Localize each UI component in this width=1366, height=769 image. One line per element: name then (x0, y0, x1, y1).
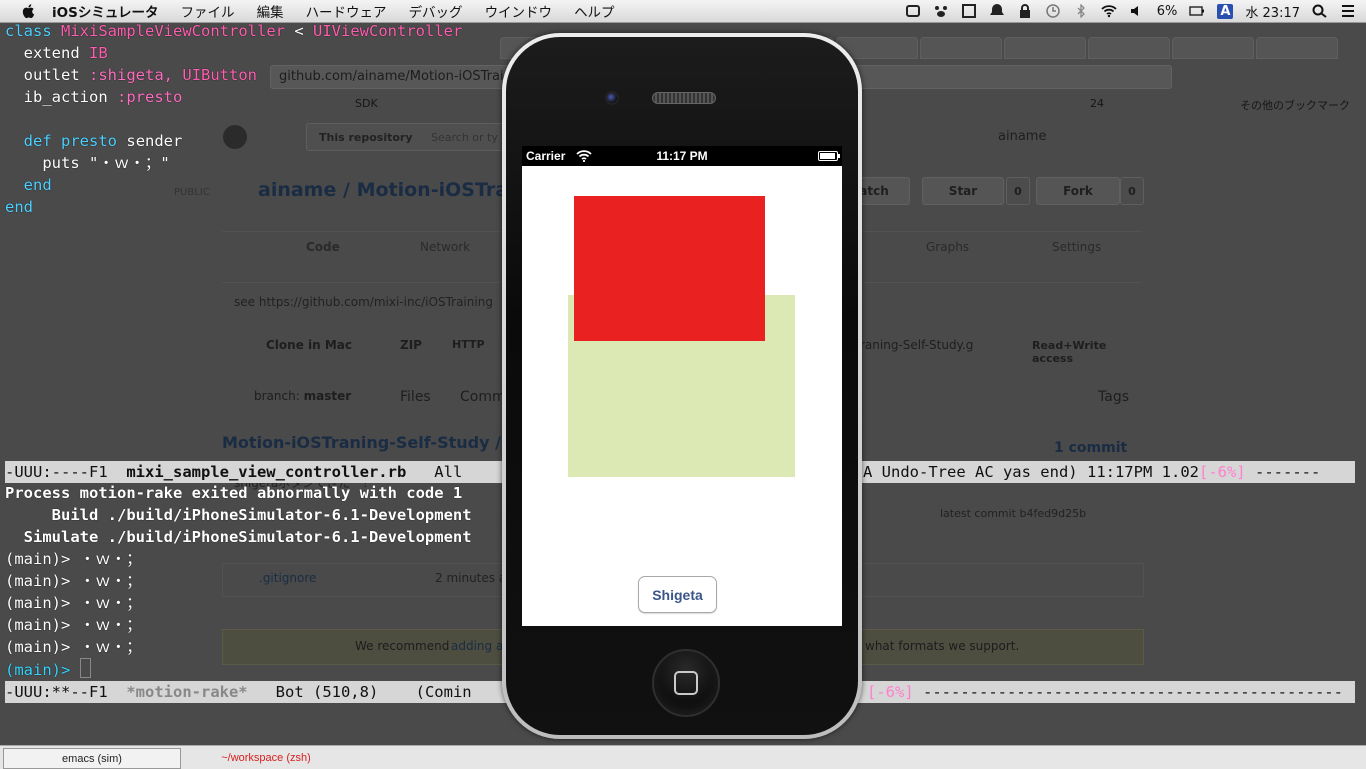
repo-visibility: PUBLIC (174, 187, 210, 198)
star-label: Star (948, 184, 978, 198)
clone-url-field[interactable]: raning-Self-Study.g (860, 338, 973, 352)
fork-count[interactable]: 0 (1120, 177, 1144, 205)
repo-owner[interactable]: ainame (258, 179, 336, 201)
browser-tab[interactable] (920, 37, 1002, 59)
tab-network[interactable]: Network (420, 240, 470, 254)
status-time: 11:17 PM (656, 149, 708, 163)
task-label: emacs (sim) (62, 752, 122, 765)
task-label: ~/workspace (zsh) (221, 751, 311, 764)
menu-help[interactable]: ヘルプ (574, 1, 615, 21)
tab-code[interactable]: Code (306, 240, 340, 254)
shigeta-button[interactable]: Shigeta (638, 576, 717, 613)
browser-tab[interactable] (1172, 37, 1254, 59)
bookmark-sdk[interactable]: SDK (355, 97, 378, 110)
repo-sep: / (343, 179, 350, 201)
watch-label: atch (859, 184, 889, 198)
branch-value: master (303, 389, 352, 403)
tab-graphs[interactable]: Graphs (926, 240, 969, 254)
bluetooth-icon[interactable] (1073, 4, 1089, 18)
fork-count-value: 0 (1128, 184, 1136, 198)
menu-window[interactable]: ウインドウ (485, 1, 553, 21)
battery-percent[interactable]: 6% (1157, 4, 1178, 19)
menu-edit[interactable]: 編集 (257, 1, 284, 21)
browser-tab[interactable] (1088, 37, 1170, 59)
front-camera-icon (605, 91, 619, 105)
wifi-icon[interactable] (1101, 4, 1117, 18)
fork-button[interactable]: Fork (1036, 177, 1120, 205)
volume-icon[interactable] (1129, 4, 1145, 18)
branch-selector[interactable]: branch: master (254, 389, 351, 403)
shigeta-button-label: Shigeta (652, 586, 703, 603)
apple-menu-icon[interactable] (20, 2, 38, 20)
star-count-value: 0 (1014, 184, 1022, 198)
terminal-taskbar: emacs (sim) ~/workspace (zsh) (0, 745, 1366, 769)
window-icon[interactable] (961, 4, 977, 18)
github-logo-icon[interactable] (222, 124, 248, 150)
earpiece-speaker (652, 92, 716, 104)
task-zsh[interactable]: ~/workspace (zsh) (181, 748, 351, 767)
recommend-text-end: what formats we support. (865, 639, 1020, 653)
home-button[interactable] (652, 649, 720, 717)
github-username[interactable]: ainame (998, 129, 1046, 144)
bookmark-count[interactable]: 24 (1090, 97, 1104, 110)
spotlight-search-icon[interactable] (1312, 4, 1328, 18)
search-placeholder: Search or ty (431, 131, 498, 144)
lock-icon[interactable] (1017, 4, 1033, 18)
github-search-box[interactable]: This repository Search or ty (306, 123, 518, 151)
branch-label: branch: (254, 389, 300, 403)
fork-label: Fork (1063, 184, 1093, 198)
file-age: 2 minutes a (435, 571, 507, 585)
screenshot-icon[interactable] (905, 4, 921, 18)
http-button[interactable]: HTTP (452, 338, 485, 351)
menu-file[interactable]: ファイル (181, 1, 235, 21)
task-emacs-sim[interactable]: emacs (sim) (3, 748, 181, 769)
ios-status-bar: Carrier 11:17 PM (522, 146, 842, 166)
browser-tab[interactable] (1256, 37, 1338, 59)
menu-debug[interactable]: デバッグ (409, 1, 463, 21)
hat-icon[interactable] (989, 4, 1005, 18)
commit-count[interactable]: 1 commit (1054, 440, 1127, 456)
access-label: Read+Write access (1032, 339, 1107, 365)
last-commit-message: shigetaボタンできたー！ (234, 476, 375, 490)
menu-hardware[interactable]: ハードウェア (306, 1, 387, 21)
file-name[interactable]: .gitignore (259, 571, 316, 585)
star-button[interactable]: Star (922, 177, 1004, 205)
star-count[interactable]: 0 (1006, 177, 1030, 205)
battery-icon[interactable] (1189, 4, 1205, 18)
menubar-status-area: 6% A 水 23:17 (905, 0, 1356, 22)
zip-button[interactable]: ZIP (400, 338, 422, 352)
input-mode-indicator[interactable]: A (1217, 3, 1234, 19)
time-machine-icon[interactable] (1045, 4, 1061, 18)
browser-tab[interactable] (1004, 37, 1086, 59)
bookmark-other[interactable]: その他のブックマーク (1240, 97, 1350, 113)
repo-description: see https://github.com/mixi-inc/iOSTrain… (234, 295, 493, 309)
latest-commit-id[interactable]: latest commit b4fed9d25b (940, 507, 1086, 520)
menubar: iOSシミュレータ ファイル 編集 ハードウェア デバッグ ウインドウ ヘルプ … (0, 0, 1366, 23)
files-tab[interactable]: Files (400, 389, 431, 405)
recommend-text: We recommend (355, 639, 450, 653)
menubar-clock[interactable]: 水 23:17 (1245, 2, 1300, 21)
simulator-screen: Carrier 11:17 PM Shigeta (522, 146, 842, 626)
home-square-icon (674, 671, 698, 695)
commits-tab[interactable]: Comm (460, 389, 506, 405)
status-battery-icon (818, 151, 840, 161)
tab-settings[interactable]: Settings (1052, 240, 1101, 254)
tags-tab[interactable]: Tags (1098, 389, 1129, 405)
red-view (574, 196, 765, 341)
paw-icon[interactable] (933, 4, 949, 18)
clone-in-mac-button[interactable]: Clone in Mac (266, 338, 352, 352)
recommend-link[interactable]: adding a (451, 639, 503, 653)
repo-path[interactable]: Motion-iOSTraning-Self-Study / [ (222, 433, 514, 452)
url-text: github.com/ainame/Motion-iOSTrai (279, 69, 504, 84)
menu-app[interactable]: iOSシミュレータ (52, 1, 159, 21)
search-scope-label: This repository (319, 131, 413, 144)
notification-center-icon[interactable] (1340, 4, 1356, 18)
